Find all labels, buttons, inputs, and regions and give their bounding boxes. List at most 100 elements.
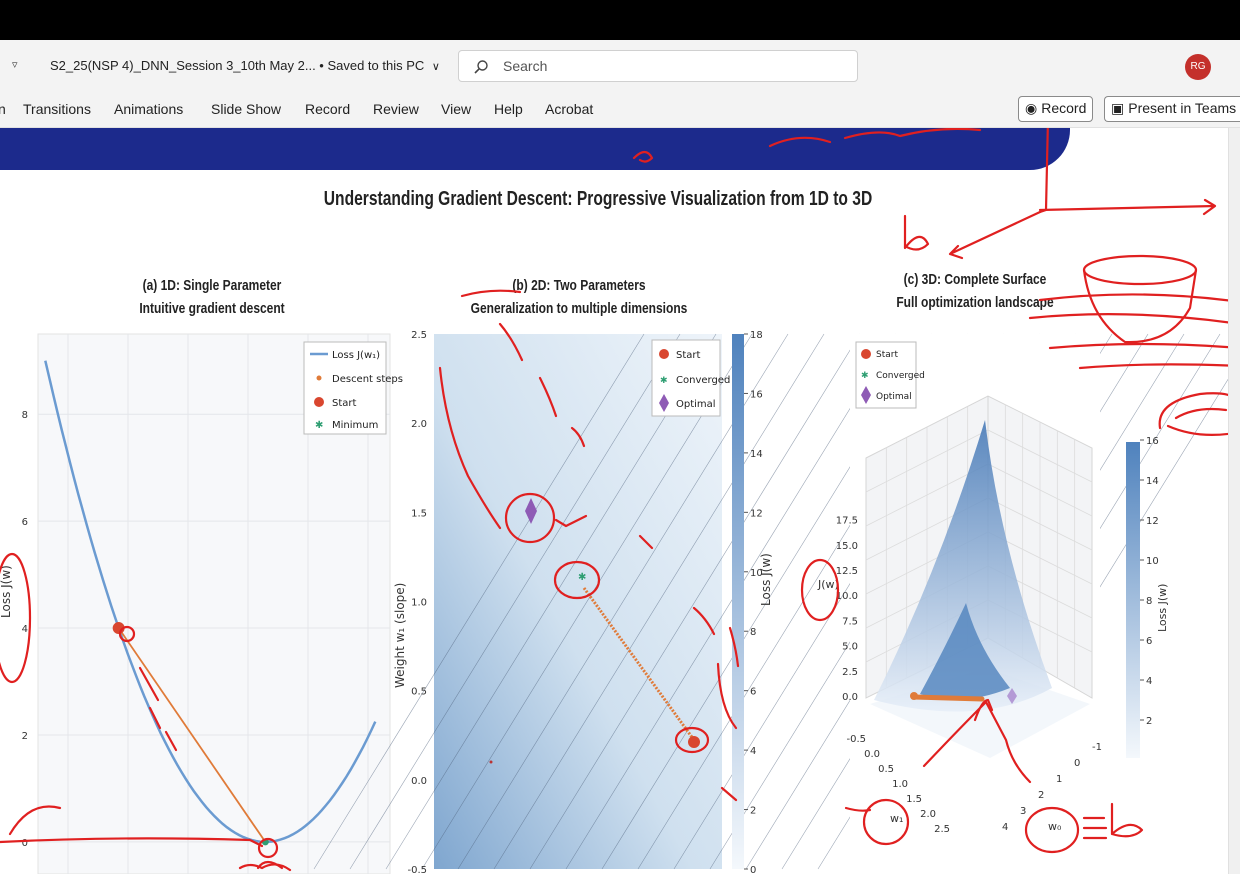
document-title[interactable]: S2_25(NSP 4)_DNN_Session 3_10th May 2...… bbox=[50, 58, 440, 73]
tab-design[interactable]: n bbox=[0, 101, 6, 117]
chart-c-w0-label: w₀ bbox=[1048, 820, 1062, 833]
chart-b-colorbar bbox=[732, 334, 744, 869]
tab-record[interactable]: Record bbox=[305, 101, 350, 117]
legend-c-optimal: Optimal bbox=[876, 392, 912, 402]
legend-minimum-star-icon: ✱ bbox=[315, 420, 323, 431]
record-button[interactable]: ◉ Record bbox=[1018, 96, 1094, 122]
user-avatar[interactable]: RG bbox=[1185, 54, 1211, 80]
title-bar: ▿ S2_25(NSP 4)_DNN_Session 3_10th May 2.… bbox=[0, 40, 1240, 92]
chart-a-y-tick-label: 6 bbox=[22, 517, 28, 528]
chart-c-cbar-tick-label: 10 bbox=[1146, 556, 1159, 567]
chart-a-y-tick-label: 0 bbox=[22, 838, 28, 849]
3d-w1-tick-label: 1.0 bbox=[892, 779, 908, 790]
chart-b-y-tick-label: 0.5 bbox=[411, 687, 427, 698]
tab-help[interactable]: Help bbox=[494, 101, 523, 117]
tab-transitions[interactable]: Transitions bbox=[23, 101, 91, 117]
chart-c-cbar-tick-label: 2 bbox=[1146, 716, 1152, 727]
legend-steps-swatch bbox=[316, 375, 322, 381]
3d-w0-tick-label: -1 bbox=[1092, 742, 1102, 753]
present-button-label: Present in Teams bbox=[1128, 100, 1237, 116]
chart-b-y-tick-label: 2.0 bbox=[411, 419, 427, 430]
legend-b-converged: Converged bbox=[676, 375, 730, 386]
present-in-teams-button[interactable]: ▣ Present in Teams bbox=[1104, 96, 1240, 122]
legend-b-start: Start bbox=[676, 350, 701, 361]
tab-review[interactable]: Review bbox=[373, 101, 419, 117]
search-input[interactable]: Search bbox=[458, 50, 858, 82]
legend-b-optimal: Optimal bbox=[676, 399, 716, 410]
3d-w0-tick-label: 1 bbox=[1056, 774, 1062, 785]
chart-c-w1-label: w₁ bbox=[890, 812, 903, 825]
start-point-3d bbox=[910, 692, 918, 700]
chart-c-cbar-tick-label: 8 bbox=[1146, 596, 1152, 607]
chart-b-cbar-tick-label: 0 bbox=[750, 865, 756, 874]
record-button-label: Record bbox=[1041, 100, 1087, 116]
tab-view[interactable]: View bbox=[441, 101, 471, 117]
chart-b-y-tick-label: 1.0 bbox=[411, 598, 427, 609]
legend-start-swatch bbox=[314, 397, 324, 407]
chart-c-zlabel: J(w) bbox=[817, 578, 839, 591]
3d-w1-tick-label: 2.5 bbox=[934, 824, 950, 835]
chart-c-cbar-tick-label: 14 bbox=[1146, 476, 1159, 487]
legend-c-start: Start bbox=[876, 350, 898, 360]
document-title-text: S2_25(NSP 4)_DNN_Session 3_10th May 2...… bbox=[50, 58, 425, 73]
3d-z-tick-label: 2.5 bbox=[842, 667, 858, 678]
3d-z-tick-label: 7.5 bbox=[842, 616, 858, 627]
chart-b-cbar-tick-label: 18 bbox=[750, 330, 763, 341]
3d-w1-tick-label: 1.5 bbox=[906, 794, 922, 805]
3d-w0-tick-label: 4 bbox=[1002, 822, 1008, 833]
vertical-scrollbar[interactable] bbox=[1228, 128, 1240, 874]
slide-canvas[interactable]: Understanding Gradient Descent: Progress… bbox=[0, 128, 1228, 874]
ink-arrow-down bbox=[1038, 128, 1049, 214]
chart-b-y-tick-label: 2.5 bbox=[411, 330, 427, 341]
legend-c-converged-icon: ✱ bbox=[861, 370, 869, 380]
3d-w0-tick-label: 3 bbox=[1020, 806, 1026, 817]
3d-w1-tick-label: -0.5 bbox=[846, 734, 866, 745]
ink-letter-b bbox=[903, 214, 930, 251]
quick-access-dropdown-icon[interactable]: ▿ bbox=[12, 58, 18, 71]
small-dot-2d bbox=[489, 760, 493, 764]
tab-animations[interactable]: Animations bbox=[114, 101, 183, 117]
legend-start: Start bbox=[332, 398, 357, 409]
chart-c-colorbar bbox=[1126, 442, 1140, 758]
3d-z-tick-label: 0.0 bbox=[842, 692, 858, 703]
3d-w1-tick-label: 0.0 bbox=[864, 749, 880, 760]
tab-acrobat[interactable]: Acrobat bbox=[545, 101, 593, 117]
chart-b-cbar-tick-label: 14 bbox=[750, 449, 763, 460]
chart-b-colorbar-label: Loss J(w) bbox=[759, 553, 773, 606]
converged-point-2d: ✱ bbox=[578, 572, 586, 583]
chart-b-cbar-tick-label: 12 bbox=[750, 508, 763, 519]
tab-slide-show[interactable]: Slide Show bbox=[211, 101, 281, 117]
chart-b-legend: Start ✱ Converged Optimal bbox=[651, 339, 730, 417]
3d-z-tick-label: 15.0 bbox=[836, 541, 858, 552]
legend-minimum: Minimum bbox=[332, 420, 378, 431]
3d-z-tick-label: 12.5 bbox=[836, 566, 858, 577]
ink-arrow-right bbox=[1038, 198, 1217, 216]
chart-c-cbar-tick-label: 12 bbox=[1146, 516, 1159, 527]
3d-w0-tick-label: 2 bbox=[1038, 790, 1044, 801]
ink-contour-rings bbox=[1158, 392, 1228, 436]
chart-b-y-tick-label: 1.5 bbox=[411, 508, 427, 519]
ink-formula-top bbox=[632, 128, 982, 163]
chart-c-cbar-tick-label: 4 bbox=[1146, 676, 1152, 687]
screen-top-bar bbox=[0, 0, 1240, 40]
save-status-chevron-icon[interactable]: ∨ bbox=[432, 61, 440, 73]
3d-z-tick-label: 5.0 bbox=[842, 642, 858, 653]
charts-svg: 0 2 4 6 8 Loss J(w) Loss J(w₁) Descent steps… bbox=[0, 128, 1228, 874]
descent-path-3d bbox=[911, 694, 985, 702]
chart-c-colorbar-ticks: 2 4 6 8 10 12 14 16 bbox=[1140, 436, 1159, 727]
chart-a-ylabel: Loss J(w) bbox=[0, 565, 13, 618]
legend-c-converged: Converged bbox=[876, 371, 925, 381]
chart-b-cbar-tick-label: 16 bbox=[750, 389, 763, 400]
chart-b-cbar-tick-label: 4 bbox=[750, 746, 756, 757]
chart-a-1d: 0 2 4 6 8 Loss J(w) Loss J(w₁) Descent steps… bbox=[0, 333, 403, 874]
legend-b-start-swatch bbox=[659, 349, 669, 359]
chart-b-y-tick-label: 0.0 bbox=[411, 776, 427, 787]
legend-c-start-swatch bbox=[861, 349, 871, 359]
chart-a-y-ticks: 0 2 4 6 8 bbox=[22, 410, 28, 849]
record-icon: ◉ bbox=[1025, 100, 1038, 116]
3d-w1-tick-label: 0.5 bbox=[878, 764, 894, 775]
3d-z-tick-label: 17.5 bbox=[836, 516, 858, 527]
chart-c-legend: Start ✱ Converged Optimal bbox=[855, 341, 925, 409]
ink-arrow-left bbox=[948, 210, 1042, 260]
chart-a-y-tick-label: 4 bbox=[22, 624, 28, 635]
